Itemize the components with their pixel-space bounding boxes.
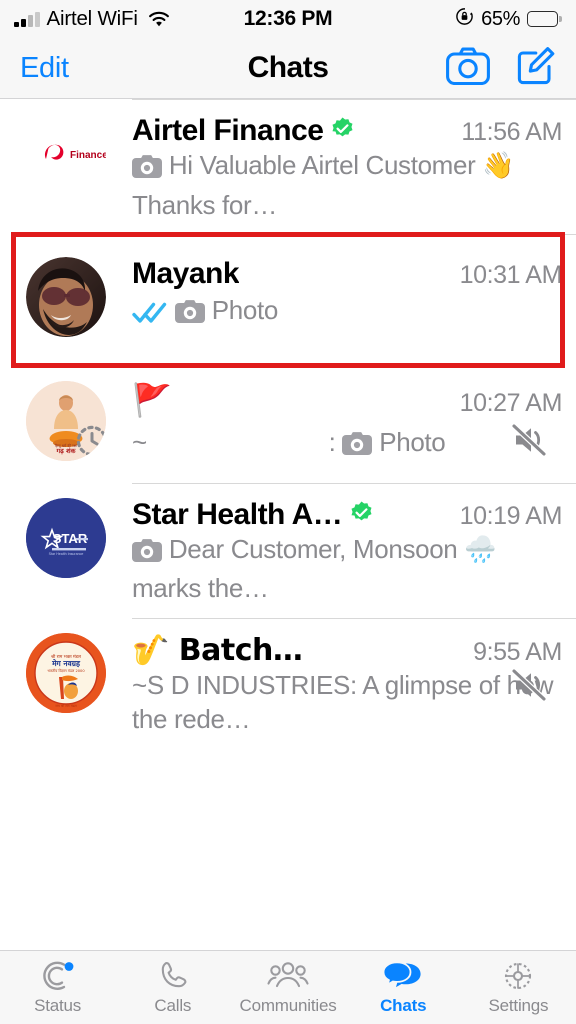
chat-preview: ~S D INDUSTRIES: A glimpse of how the re…: [132, 667, 562, 737]
verified-badge-icon: [330, 116, 355, 146]
chat-timestamp: 11:56 AM: [461, 118, 562, 146]
chat-row-header: 🎷 Batch… 9:55 AM: [132, 633, 562, 668]
status-bar-right: 65%: [455, 7, 562, 32]
camera-icon: [342, 430, 373, 465]
tab-communities[interactable]: Communities: [230, 959, 345, 1016]
chat-preview: Dear Customer, Monsoon 🌧️ marks the…: [132, 532, 562, 606]
svg-text:भारतीय विज्ञान मंडल 2000: भारतीय विज्ञान मंडल 2000: [47, 668, 85, 673]
wifi-icon: [147, 10, 171, 28]
chat-preview: ~ : Photo: [132, 422, 562, 466]
chat-timestamp: 9:55 AM: [473, 637, 562, 666]
muted-icon: [510, 667, 548, 711]
chat-preview: Photo: [132, 293, 562, 333]
status-ring-icon: [40, 959, 76, 993]
chat-row-content: Airtel Finance 11:56 AM Hi Valuable Airt…: [132, 114, 576, 222]
chat-preview: Hi Valuable Airtel Customer 👋 Thanks for…: [132, 148, 562, 222]
status-bar-left: Airtel WiFi: [14, 7, 171, 31]
chat-timestamp: 10:31 AM: [459, 261, 563, 290]
chat-preview-text: :: [328, 427, 336, 458]
battery-percent-label: 65%: [481, 7, 520, 30]
chat-row-star-health[interactable]: STAR Star Health Insurance Star Health A…: [0, 483, 576, 618]
carrier-label: Airtel WiFi: [46, 7, 138, 30]
chat-preview-media-label: Photo: [379, 427, 446, 458]
chat-preview-text: ~S D INDUSTRIES: A glimpse of how the re…: [132, 669, 554, 735]
tab-label: Status: [34, 996, 82, 1015]
chat-timestamp: 10:27 AM: [459, 389, 563, 418]
read-double-check-icon: [132, 298, 168, 333]
chat-row-header: Star Health A… 10:19 AM: [132, 498, 562, 532]
chat-title: Airtel Finance: [132, 114, 324, 147]
chat-row-content: 🚩 10:27 AM ~ : Photo: [132, 381, 576, 465]
avatar-container: [0, 257, 132, 338]
tab-calls[interactable]: Calls: [115, 959, 230, 1016]
chat-title: 🎷 Batch…: [132, 632, 303, 668]
chat-row-content: Star Health A… 10:19 AM Dear Customer, M…: [132, 498, 576, 606]
camera-icon: [132, 537, 162, 572]
chat-row-flag-group[interactable]: गढ़ शंक हिन्दू धर्म की रक्षा 🚩 10:27 AM …: [0, 365, 576, 483]
tab-label: Communities: [239, 996, 337, 1015]
status-bar: Airtel WiFi 12:36 PM 65%: [0, 0, 576, 38]
svg-text:Star Health Insurance: Star Health Insurance: [49, 552, 84, 556]
svg-text:Finance: Finance: [70, 150, 106, 161]
chat-row-header: Airtel Finance 11:56 AM: [132, 114, 562, 148]
chat-timestamp: 10:19 AM: [459, 501, 563, 530]
chat-preview-text: Photo: [211, 295, 279, 326]
avatar: श्री राम भक्त मंडल मेग नवग्रह भारतीय विज…: [26, 632, 106, 713]
avatar: STAR Star Health Insurance: [26, 497, 106, 578]
cellular-signal-icon: [14, 11, 40, 27]
navigation-bar-actions: [446, 46, 556, 91]
camera-icon: [132, 153, 162, 188]
svg-text:जय श्री राम मंडल: जय श्री राम मंडल: [55, 703, 77, 708]
chat-row-batch-group[interactable]: श्री राम भक्त मंडल मेग नवग्रह भारतीय विज…: [0, 618, 576, 750]
chat-title: Star Health A…: [132, 497, 343, 531]
avatar: गढ़ शंक हिन्दू धर्म की रक्षा: [26, 381, 106, 462]
chat-row-header: 🚩 10:27 AM: [132, 381, 562, 419]
chat-preview-text: Dear Customer, Monsoon 🌧️ marks the…: [132, 533, 497, 604]
chat-row-content: Mayank 10:31 AM Photo: [132, 257, 576, 337]
navigation-bar: Edit Chats: [0, 38, 576, 99]
tab-chats[interactable]: Chats: [346, 959, 461, 1016]
avatar-container: STAR Star Health Insurance: [0, 497, 132, 606]
rotation-lock-icon: [455, 7, 474, 32]
communities-icon: [266, 959, 310, 993]
gear-icon: [501, 959, 535, 993]
svg-text:गढ़ शंक: गढ़ शंक: [56, 447, 77, 455]
chat-title: 🚩: [132, 381, 172, 420]
avatar-container: Finance: [0, 114, 132, 222]
avatar: Finance: [26, 114, 106, 194]
chat-row-content: 🎷 Batch… 9:55 AM ~S D INDUSTRIES: A glim…: [132, 633, 576, 737]
verified-badge-icon: [349, 500, 374, 530]
avatar: [26, 257, 106, 338]
chat-list[interactable]: Finance Airtel Finance 11:56 AM Hi Valua…: [0, 99, 576, 950]
avatar-container: श्री राम भक्त मंडल मेग नवग्रह भारतीय विज…: [0, 632, 132, 737]
tab-label: Chats: [380, 996, 427, 1015]
chat-row-header: Mayank 10:31 AM: [132, 257, 562, 291]
phone-icon: [157, 959, 189, 993]
tab-label: Settings: [488, 996, 549, 1015]
chat-row-mayank[interactable]: Mayank 10:31 AM Photo: [0, 235, 576, 366]
chat-preview-text: Hi Valuable Airtel Customer 👋 Thanks for…: [132, 150, 515, 220]
chat-preview-sender: ~: [132, 427, 147, 458]
chats-bubbles-icon: [382, 959, 424, 993]
tab-status[interactable]: Status: [0, 959, 115, 1016]
tab-settings[interactable]: Settings: [461, 959, 576, 1016]
tab-bar: Status Calls Communities Chats Settings: [0, 950, 576, 1024]
edit-button[interactable]: Edit: [20, 52, 69, 85]
disappearing-messages-icon: [75, 424, 106, 461]
camera-icon[interactable]: [446, 47, 490, 90]
battery-icon: [527, 11, 562, 27]
tab-label: Calls: [154, 996, 192, 1015]
chat-title: Mayank: [132, 257, 240, 291]
whatsapp-chats-screen: Airtel WiFi 12:36 PM 65% Edit Chats Fina…: [0, 0, 576, 1024]
camera-icon: [174, 298, 205, 333]
avatar-container: गढ़ शंक हिन्दू धर्म की रक्षा: [0, 381, 132, 465]
compose-icon[interactable]: [516, 46, 556, 91]
chat-row-airtel-finance[interactable]: Finance Airtel Finance 11:56 AM Hi Valua…: [0, 100, 576, 235]
svg-text:मेग नवग्रह: मेग नवग्रह: [51, 659, 81, 668]
muted-icon: [510, 422, 548, 466]
